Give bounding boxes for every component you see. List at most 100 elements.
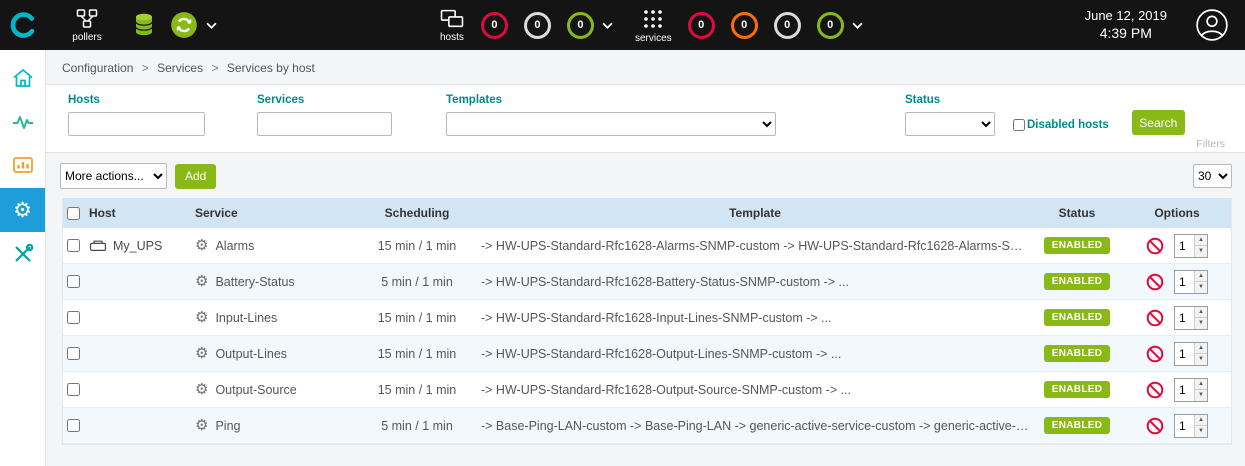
duplicate-count-input[interactable] xyxy=(1175,271,1194,293)
header-options[interactable]: Options xyxy=(1123,206,1231,220)
pollers-menu[interactable]: pollers xyxy=(64,8,110,43)
clock: June 12, 2019 4:39 PM xyxy=(1085,7,1167,43)
spinner-down-icon[interactable]: ▼ xyxy=(1195,245,1207,257)
status-cell: ENABLED xyxy=(1031,417,1123,434)
hosts-menu[interactable]: hosts xyxy=(439,8,465,43)
disabled-hosts-checkbox-group[interactable]: Disabled hosts xyxy=(1013,119,1109,131)
service-link[interactable]: Ping xyxy=(215,419,240,433)
scheduling-cell: 5 min / 1 min xyxy=(355,419,479,433)
spinner-down-icon[interactable]: ▼ xyxy=(1195,389,1207,401)
header-template[interactable]: Template xyxy=(479,206,1031,220)
page-size-select[interactable]: 30 xyxy=(1193,164,1232,188)
services-warning-counter[interactable]: 0 xyxy=(731,12,758,39)
spinner-up-icon[interactable]: ▲ xyxy=(1195,307,1207,318)
more-actions-select[interactable]: More actions... xyxy=(60,163,167,189)
hosts-filter-input[interactable] xyxy=(68,112,205,136)
service-link[interactable]: Output-Lines xyxy=(215,347,287,361)
number-spinner: ▲▼ xyxy=(1194,415,1207,437)
services-unknown-counter[interactable]: 0 xyxy=(774,12,801,39)
number-spinner: ▲▼ xyxy=(1194,343,1207,365)
spinner-up-icon[interactable]: ▲ xyxy=(1195,343,1207,354)
sync-status-icon[interactable] xyxy=(170,11,198,39)
disable-icon[interactable] xyxy=(1146,345,1164,363)
row-checkbox[interactable] xyxy=(67,311,80,324)
search-button[interactable]: Search xyxy=(1132,110,1185,135)
spinner-down-icon[interactable]: ▼ xyxy=(1195,281,1207,293)
breadcrumb-separator: > xyxy=(211,61,218,75)
status-badge: ENABLED xyxy=(1044,381,1110,398)
sidebar-item-home[interactable] xyxy=(0,56,45,100)
row-checkbox[interactable] xyxy=(67,239,80,252)
disable-icon[interactable] xyxy=(1146,309,1164,327)
hosts-unreachable-counter[interactable]: 0 xyxy=(524,12,551,39)
services-ok-counter[interactable]: 0 xyxy=(817,12,844,39)
spinner-up-icon[interactable]: ▲ xyxy=(1195,415,1207,426)
hosts-icon xyxy=(439,8,465,30)
sidebar-item-administration[interactable] xyxy=(0,232,45,276)
options-cell: ▲▼ xyxy=(1123,342,1231,366)
sidebar-item-configuration[interactable]: ⚙ xyxy=(0,188,45,232)
select-all-checkbox[interactable] xyxy=(67,207,80,220)
hosts-up-counter[interactable]: 0 xyxy=(567,12,594,39)
status-badge: ENABLED xyxy=(1044,417,1110,434)
service-cell: ⚙ Output-Source xyxy=(193,382,355,397)
duplicate-count-input[interactable] xyxy=(1175,415,1194,437)
sidebar-item-monitoring[interactable] xyxy=(0,100,45,144)
hosts-filter-label: Hosts xyxy=(68,94,205,106)
table-row: ⚙ Ping 5 min / 1 min -> Base-Ping-LAN-cu… xyxy=(63,408,1231,444)
chevron-down-icon[interactable] xyxy=(852,22,863,29)
hosts-down-counter[interactable]: 0 xyxy=(481,12,508,39)
duplicate-count-field: ▲▼ xyxy=(1174,234,1208,258)
header-scheduling[interactable]: Scheduling xyxy=(355,206,479,220)
row-checkbox[interactable] xyxy=(67,419,80,432)
table-row: ⚙ Battery-Status 5 min / 1 min -> HW-UPS… xyxy=(63,264,1231,300)
spinner-up-icon[interactable]: ▲ xyxy=(1195,379,1207,390)
row-checkbox[interactable] xyxy=(67,347,80,360)
status-filter-select[interactable] xyxy=(905,112,995,136)
disable-icon[interactable] xyxy=(1146,417,1164,435)
options-cell: ▲▼ xyxy=(1123,414,1231,438)
database-icon[interactable] xyxy=(132,12,156,38)
services-menu[interactable]: services xyxy=(635,7,672,44)
breadcrumb-services[interactable]: Services xyxy=(157,61,203,75)
gear-icon: ⚙ xyxy=(13,200,32,221)
service-link[interactable]: Battery-Status xyxy=(215,275,294,289)
duplicate-count-input[interactable] xyxy=(1175,343,1194,365)
disable-icon[interactable] xyxy=(1146,237,1164,255)
duplicate-count-input[interactable] xyxy=(1175,379,1194,401)
chevron-down-icon[interactable] xyxy=(206,22,217,29)
duplicate-count-input[interactable] xyxy=(1175,235,1194,257)
disabled-hosts-checkbox[interactable] xyxy=(1013,119,1025,131)
spinner-up-icon[interactable]: ▲ xyxy=(1195,235,1207,246)
status-filter-label: Status xyxy=(905,94,995,106)
service-link[interactable]: Alarms xyxy=(215,239,254,253)
row-checkbox[interactable] xyxy=(67,383,80,396)
service-link[interactable]: Output-Source xyxy=(215,383,296,397)
header-host[interactable]: Host xyxy=(87,206,193,220)
row-checkbox[interactable] xyxy=(67,275,80,288)
scheduling-cell: 5 min / 1 min xyxy=(355,275,479,289)
disable-icon[interactable] xyxy=(1146,381,1164,399)
spinner-down-icon[interactable]: ▼ xyxy=(1195,317,1207,329)
duplicate-count-input[interactable] xyxy=(1175,307,1194,329)
disable-icon[interactable] xyxy=(1146,273,1164,291)
user-profile-icon[interactable] xyxy=(1195,8,1229,42)
breadcrumb-services-by-host[interactable]: Services by host xyxy=(227,61,315,75)
host-link[interactable]: My_UPS xyxy=(113,239,162,253)
header-status[interactable]: Status xyxy=(1031,206,1123,220)
add-button[interactable]: Add xyxy=(175,164,216,189)
centreon-logo[interactable] xyxy=(0,0,46,50)
scheduling-cell: 15 min / 1 min xyxy=(355,311,479,325)
spinner-down-icon[interactable]: ▼ xyxy=(1195,353,1207,365)
services-filter-input[interactable] xyxy=(257,112,392,136)
templates-filter-select[interactable] xyxy=(446,112,776,136)
breadcrumb-configuration[interactable]: Configuration xyxy=(62,61,133,75)
options-cell: ▲▼ xyxy=(1123,234,1231,258)
chevron-down-icon[interactable] xyxy=(602,22,613,29)
spinner-down-icon[interactable]: ▼ xyxy=(1195,425,1207,437)
service-link[interactable]: Input-Lines xyxy=(215,311,277,325)
spinner-up-icon[interactable]: ▲ xyxy=(1195,271,1207,282)
services-critical-counter[interactable]: 0 xyxy=(688,12,715,39)
sidebar-item-reporting[interactable] xyxy=(0,144,45,188)
header-service[interactable]: Service xyxy=(193,206,355,220)
